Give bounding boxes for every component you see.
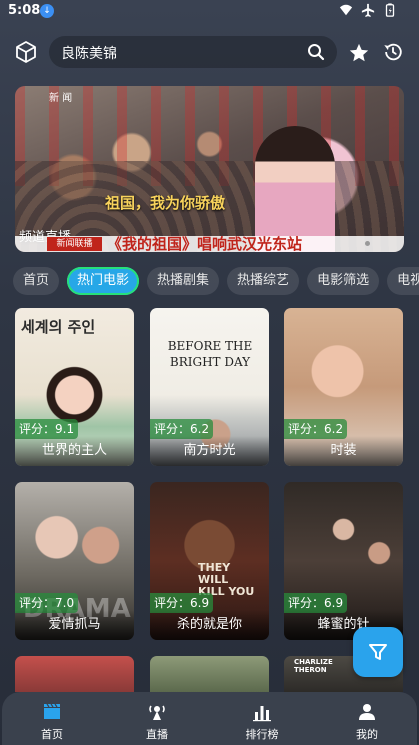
tab-hot-series[interactable]: 热播剧集 (147, 267, 220, 295)
search-query: 良陈美锦 (61, 46, 117, 62)
movie-title: 杀的就是你 (150, 610, 269, 640)
search-icon[interactable] (307, 43, 325, 61)
movie-card[interactable] (150, 656, 269, 692)
movie-card[interactable]: 评分：6.2 时装 (284, 308, 403, 466)
movie-title: 南方时光 (150, 436, 269, 466)
airplane-icon (361, 3, 375, 17)
status-icons (339, 3, 397, 17)
bottom-nav: 首页 直播 排行榜 我的 (2, 692, 417, 745)
movie-card[interactable]: 세계의 주인 评分：9.1 世界的主人 (15, 308, 134, 466)
nav-home[interactable]: 首页 (17, 692, 87, 745)
battery-icon (385, 3, 395, 17)
live-banner[interactable]: 新 闻 祖国，我为你骄傲 频道直播 新闻联播 《我的祖国》唱响武汉光东站 (15, 86, 404, 252)
header: 良陈美锦 (0, 36, 419, 68)
bar-chart-icon (253, 706, 271, 722)
nav-ranking[interactable]: 排行榜 (227, 692, 297, 745)
star-icon[interactable] (348, 42, 370, 64)
person-icon (359, 704, 375, 720)
wifi-icon (339, 4, 353, 16)
banner-ticker-text: 《我的祖国》唱响武汉光东站 (107, 235, 303, 252)
movie-title: 时装 (284, 436, 403, 466)
status-time: 5:08 (8, 3, 41, 18)
search-input[interactable]: 良陈美锦 (49, 36, 337, 68)
movie-poster (15, 656, 134, 692)
nav-label: 首页 (41, 728, 63, 741)
banner-page-indicator (365, 241, 370, 246)
tab-hot-movies[interactable]: 热门电影 (67, 267, 140, 295)
tab-tv[interactable]: 电视 (387, 267, 419, 295)
banner-ticker: 新闻联播 《我的祖国》唱响武汉光东站 (15, 235, 404, 252)
clapperboard-icon (44, 703, 60, 719)
tab-movie-filter[interactable]: 电影筛选 (307, 267, 380, 295)
movie-card[interactable]: DRAMA 评分：7.0 爱情抓马 (15, 482, 134, 640)
tab-hot-variety[interactable]: 热播综艺 (227, 267, 300, 295)
live-icon (149, 705, 165, 720)
nav-label: 排行榜 (245, 728, 279, 741)
movie-card[interactable] (15, 656, 134, 692)
status-bar: 5:08 ↓ (0, 0, 419, 24)
banner-logo: 新 闻 (49, 93, 73, 104)
download-notification-icon: ↓ (40, 4, 54, 18)
filter-button[interactable] (353, 627, 403, 677)
poster-title-text: CHARLIZE THERON (294, 658, 333, 674)
category-tabs: 首页 热门电影 热播剧集 热播综艺 电影筛选 电视 (13, 267, 419, 295)
nav-label: 直播 (146, 728, 168, 741)
movie-poster (150, 656, 269, 692)
history-icon[interactable] (382, 41, 404, 63)
filter-icon (369, 644, 387, 660)
poster-title-text: 세계의 주인 (21, 318, 96, 336)
cube-icon[interactable] (14, 40, 38, 64)
nav-live[interactable]: 直播 (122, 692, 192, 745)
movie-card[interactable]: BEFORE THE BRIGHT DAY 评分：6.2 南方时光 (150, 308, 269, 466)
banner-ticker-tag: 新闻联播 (47, 237, 102, 251)
poster-title-text: BEFORE THE BRIGHT DAY (167, 339, 253, 369)
movie-title: 爱情抓马 (15, 610, 134, 640)
nav-label: 我的 (356, 728, 378, 741)
movie-title: 世界的主人 (15, 436, 134, 466)
nav-mine[interactable]: 我的 (332, 692, 402, 745)
movie-card[interactable]: THEY WILL KILL YOU 评分：6.9 杀的就是你 (150, 482, 269, 640)
banner-caption: 祖国，我为你骄傲 (105, 194, 226, 212)
movie-card[interactable]: 评分：6.9 蜂蜜的针 (284, 482, 403, 640)
tab-home[interactable]: 首页 (13, 267, 60, 295)
